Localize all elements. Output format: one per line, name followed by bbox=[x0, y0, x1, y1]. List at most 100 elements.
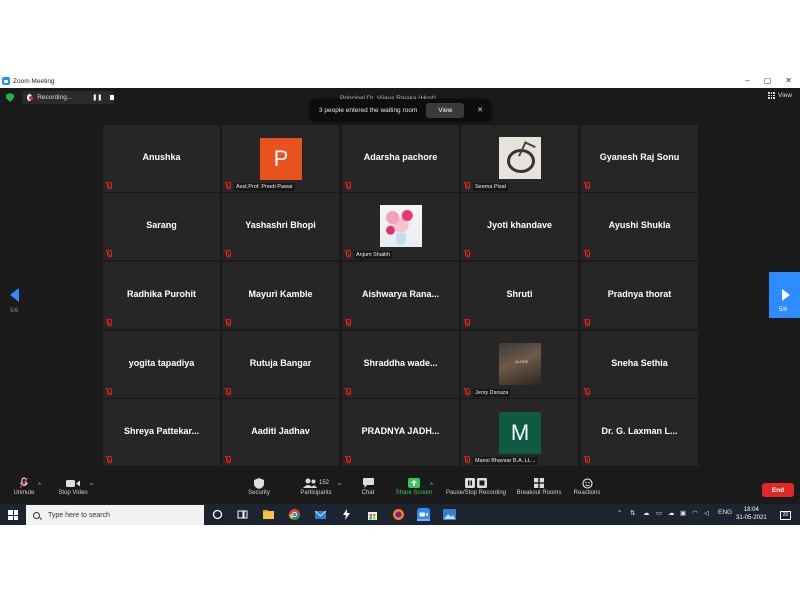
view-layout-button[interactable]: View bbox=[768, 92, 792, 99]
participant-tile[interactable]: Aaditi Jadhav bbox=[222, 399, 339, 466]
taskbar-search-box[interactable]: Type here to search bbox=[26, 505, 204, 525]
minimize-button[interactable]: – bbox=[745, 74, 749, 88]
muted-mic-icon bbox=[345, 319, 351, 326]
maximize-button[interactable]: ▢ bbox=[764, 74, 772, 88]
taskbar-clock[interactable]: 18:04 31-05-2021 bbox=[736, 506, 767, 522]
participant-name: PRADNYA JADH... bbox=[361, 426, 440, 436]
chrome-icon[interactable] bbox=[288, 508, 301, 521]
participant-tile[interactable]: Yashashri Bhopi bbox=[222, 193, 339, 260]
participant-tile[interactable]: Ayushi Shukla bbox=[581, 193, 698, 260]
tray-apps-icon[interactable]: ⇅ bbox=[630, 509, 635, 517]
language-indicator[interactable]: ENG bbox=[718, 509, 732, 516]
participant-tile[interactable]: Shreya Pattekar... bbox=[103, 399, 220, 466]
share-screen-button[interactable]: Share Screen bbox=[394, 476, 434, 496]
next-page-arrow-icon bbox=[782, 289, 790, 301]
notification-close-icon[interactable]: ✕ bbox=[477, 106, 483, 114]
breakout-rooms-label: Breakout Rooms bbox=[516, 490, 562, 496]
winamp-bolt-icon[interactable] bbox=[340, 508, 353, 521]
participant-tile[interactable]: Jersy Dsouza bbox=[461, 331, 578, 398]
breakout-rooms-button[interactable]: Breakout Rooms bbox=[515, 476, 563, 496]
participant-tile[interactable]: Shruti bbox=[461, 262, 578, 329]
cortana-circle-icon[interactable] bbox=[211, 508, 224, 521]
participants-icon bbox=[302, 478, 317, 488]
muted-mic-icon bbox=[106, 182, 112, 189]
participant-tile[interactable]: Aishwarya Rana... bbox=[342, 262, 459, 329]
participant-tile[interactable]: yogita tapadiya bbox=[103, 331, 220, 398]
participant-profile-photo bbox=[380, 205, 422, 247]
previous-page-arrow-icon[interactable] bbox=[10, 288, 19, 302]
pause-stop-recording-icon bbox=[465, 478, 487, 488]
onedrive-icon[interactable]: ☁ bbox=[668, 509, 675, 517]
photos-icon[interactable] bbox=[443, 508, 456, 521]
tray-expand-chevron-icon[interactable]: ⌃ bbox=[617, 509, 622, 517]
share-options-chevron-icon[interactable]: ^ bbox=[430, 483, 433, 489]
participant-tile[interactable]: Anushka bbox=[103, 125, 220, 192]
firefox-icon[interactable] bbox=[392, 508, 405, 521]
window-title: Zoom Meeting bbox=[13, 77, 55, 85]
pause-recording-icon[interactable]: ❚❚ bbox=[92, 94, 102, 101]
participant-tile[interactable]: Rutuja Bangar bbox=[222, 331, 339, 398]
stop-video-button[interactable]: Stop Video bbox=[56, 476, 90, 496]
store-bag-icon[interactable] bbox=[366, 508, 379, 521]
video-options-chevron-icon[interactable]: ^ bbox=[90, 483, 93, 489]
wifi-icon[interactable]: ◠ bbox=[692, 509, 698, 517]
notification-center-badge[interactable]: 20 bbox=[780, 511, 791, 520]
muted-mic-icon bbox=[106, 319, 112, 326]
muted-mic-icon bbox=[464, 250, 470, 257]
participant-tile[interactable]: Sneha Sethia bbox=[581, 331, 698, 398]
security-shield-icon[interactable] bbox=[6, 93, 14, 102]
mail-icon[interactable] bbox=[314, 508, 327, 521]
chat-bubble-icon bbox=[362, 478, 374, 488]
participant-name: Sarang bbox=[146, 220, 177, 230]
participants-button[interactable]: 152 Participants bbox=[296, 476, 336, 496]
security-label: Security bbox=[248, 490, 270, 496]
participant-name-label: Anjum Shaikh bbox=[354, 251, 392, 259]
participant-tile[interactable]: Gyanesh Raj Sonu bbox=[581, 125, 698, 192]
participant-tile[interactable]: PRADNYA JADH... bbox=[342, 399, 459, 466]
next-page-button[interactable]: 5/6 bbox=[769, 272, 800, 318]
pause-stop-recording-button[interactable]: Pause/Stop Recording bbox=[443, 476, 509, 496]
network-icon[interactable]: ☁ bbox=[643, 509, 650, 517]
participant-tile[interactable]: Seema Pisal bbox=[461, 125, 578, 192]
participant-tile[interactable]: Adarsha pachore bbox=[342, 125, 459, 192]
reactions-button[interactable]: Reactions bbox=[572, 476, 602, 496]
battery-icon[interactable]: ▭ bbox=[656, 509, 662, 517]
participants-options-chevron-icon[interactable]: ^ bbox=[338, 483, 341, 489]
muted-mic-icon bbox=[225, 250, 231, 257]
participant-avatar: M bbox=[499, 412, 541, 454]
close-window-button[interactable]: ✕ bbox=[785, 74, 792, 88]
participant-name: Rutuja Bangar bbox=[249, 358, 312, 368]
participant-tile[interactable]: Jyoti khandave bbox=[461, 193, 578, 260]
participant-tile[interactable]: Shraddha wade... bbox=[342, 331, 459, 398]
participant-tile[interactable]: P Asst.Prof. Preeti Pawar bbox=[222, 125, 339, 192]
security-button[interactable]: Security bbox=[245, 476, 273, 496]
notification-view-button[interactable]: View bbox=[426, 102, 465, 118]
search-icon bbox=[33, 511, 40, 519]
search-placeholder: Type here to search bbox=[48, 511, 110, 519]
audio-options-chevron-icon[interactable]: ^ bbox=[38, 483, 41, 489]
unmute-button[interactable]: Unmute bbox=[10, 476, 38, 496]
participant-tile[interactable]: Anjum Shaikh bbox=[342, 193, 459, 260]
end-meeting-button[interactable]: End bbox=[762, 483, 794, 497]
stop-recording-icon[interactable] bbox=[110, 95, 114, 100]
participant-name: Shraddha wade... bbox=[363, 358, 438, 368]
muted-mic-icon bbox=[106, 456, 112, 463]
participant-tile[interactable]: Pradnya thorat bbox=[581, 262, 698, 329]
participant-tile[interactable]: Sarang bbox=[103, 193, 220, 260]
volume-icon[interactable]: ◁ bbox=[704, 509, 709, 517]
task-view-icon[interactable] bbox=[236, 508, 249, 521]
participant-tile[interactable]: Mayuri Kamble bbox=[222, 262, 339, 329]
participants-count: 152 bbox=[318, 480, 329, 486]
display-icon[interactable]: ▣ bbox=[680, 509, 686, 517]
zoom-taskbar-icon[interactable] bbox=[417, 508, 430, 521]
windows-start-icon[interactable] bbox=[8, 510, 18, 520]
recording-indicator: Recording... ❚❚ bbox=[22, 91, 114, 104]
muted-microphone-icon bbox=[19, 477, 29, 489]
file-explorer-icon[interactable] bbox=[262, 508, 275, 521]
participant-tile[interactable]: Radhika Purohit bbox=[103, 262, 220, 329]
participant-name: Jyoti khandave bbox=[486, 220, 553, 230]
participant-profile-photo bbox=[499, 137, 541, 179]
participant-tile[interactable]: Dr. G. Laxman L... bbox=[581, 399, 698, 466]
participant-tile[interactable]: M Mansi Bhavsar B.A..LL... bbox=[461, 399, 578, 466]
chat-button[interactable]: Chat bbox=[356, 476, 380, 496]
